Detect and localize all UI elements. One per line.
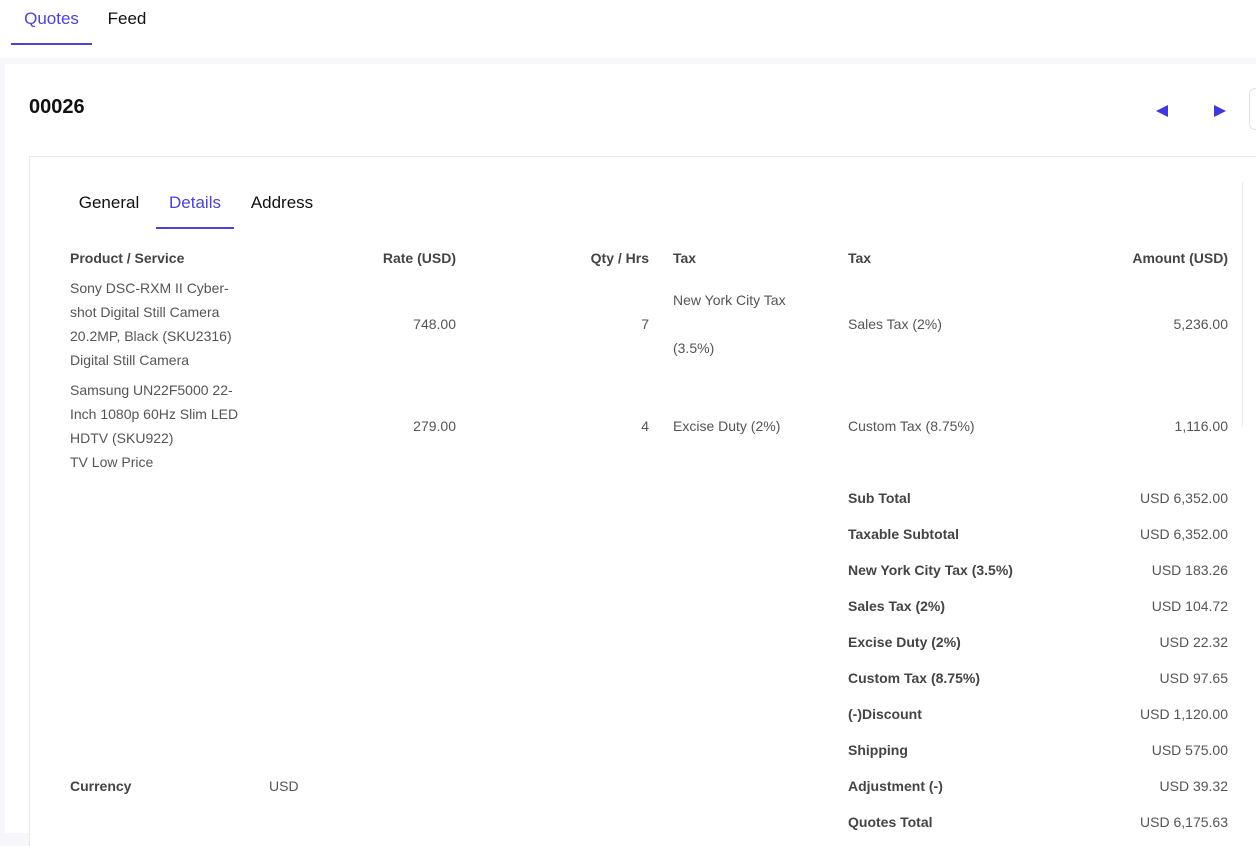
tab-feed[interactable]: Feed xyxy=(99,0,155,45)
shipping-label: Shipping xyxy=(848,742,908,758)
tab-address[interactable]: Address xyxy=(244,187,320,229)
discount-value: USD 1,120.00 xyxy=(1140,706,1228,722)
tax-1-line: (3.5%) xyxy=(673,340,715,356)
rate-value: 279.00 xyxy=(413,418,456,434)
header-product-service: Product / Service xyxy=(70,250,185,266)
taxable-subtotal-value: USD 6,352.00 xyxy=(1140,526,1228,542)
tax-1-value: New York City Tax (3.5%) xyxy=(673,288,823,360)
tab-quotes[interactable]: Quotes xyxy=(11,0,92,45)
custom-tax-value: USD 97.65 xyxy=(1159,670,1228,686)
taxable-subtotal-label: Taxable Subtotal xyxy=(848,526,959,542)
rate-value: 748.00 xyxy=(413,316,456,332)
quotes-total-label: Quotes Total xyxy=(848,814,933,830)
discount-label: (-)Discount xyxy=(848,706,922,722)
tab-general[interactable]: General xyxy=(72,187,146,229)
adjustment-value: USD 39.32 xyxy=(1159,778,1228,794)
currency-value: USD xyxy=(269,778,299,794)
header-tax-2: Tax xyxy=(848,250,872,266)
product-line: shot Digital Still Camera xyxy=(70,304,220,320)
product-line: Samsung UN22F5000 22- xyxy=(70,382,233,398)
adjustment-label: Adjustment (-) xyxy=(848,778,943,794)
currency-label: Currency xyxy=(70,778,132,794)
top-tab-bar: Quotes Feed xyxy=(0,0,1256,58)
next-record-button[interactable] xyxy=(1209,100,1231,122)
product-name: Samsung UN22F5000 22- Inch 1080p 60Hz Sl… xyxy=(70,378,270,474)
tab-details[interactable]: Details xyxy=(156,187,234,229)
quotes-total-value: USD 6,175.63 xyxy=(1140,814,1228,830)
tax-1-value: Excise Duty (2%) xyxy=(673,414,823,438)
tax-2-value: Custom Tax (8.75%) xyxy=(848,418,975,434)
custom-tax-label: Custom Tax (8.75%) xyxy=(848,670,980,686)
product-name: Sony DSC-RXM II Cyber- shot Digital Stil… xyxy=(70,276,270,372)
triangle-right-icon xyxy=(1214,105,1226,117)
tax-2-value: Sales Tax (2%) xyxy=(848,316,942,332)
excise-duty-value: USD 22.32 xyxy=(1159,634,1228,650)
product-description: Digital Still Camera xyxy=(70,352,190,368)
header-qty-hrs: Qty / Hrs xyxy=(590,250,649,266)
scrollbar-track[interactable] xyxy=(1242,182,1243,427)
more-actions-button[interactable] xyxy=(1249,88,1256,130)
sales-tax-label: Sales Tax (2%) xyxy=(848,598,946,614)
product-line: 20.2MP, Black (SKU2316) xyxy=(70,328,232,344)
nyc-tax-value: USD 183.26 xyxy=(1151,562,1228,578)
record-panel: 00026 General Details Address Product / … xyxy=(5,64,1256,846)
qty-value: 4 xyxy=(641,418,649,434)
triangle-left-icon xyxy=(1156,105,1168,117)
header-amount: Amount (USD) xyxy=(1132,250,1228,266)
sales-tax-value: USD 104.72 xyxy=(1151,598,1228,614)
header-rate: Rate (USD) xyxy=(382,250,456,266)
sub-total-value: USD 6,352.00 xyxy=(1140,490,1228,506)
details-card: General Details Address Product / Servic… xyxy=(29,156,1256,846)
shipping-value: USD 575.00 xyxy=(1151,742,1228,758)
product-line: Sony DSC-RXM II Cyber- xyxy=(70,280,229,296)
tax-1-line: New York City Tax xyxy=(673,292,786,308)
tax-1-line: Excise Duty (2%) xyxy=(673,418,781,434)
amount-value: 1,116.00 xyxy=(1174,418,1228,434)
product-line: HDTV (SKU922) xyxy=(70,430,174,446)
amount-value: 5,236.00 xyxy=(1173,316,1229,332)
header-tax-1: Tax xyxy=(673,250,697,266)
product-description: TV Low Price xyxy=(70,454,154,470)
product-line: Inch 1080p 60Hz Slim LED xyxy=(70,406,239,422)
nyc-tax-label: New York City Tax (3.5%) xyxy=(848,562,1013,578)
excise-duty-label: Excise Duty (2%) xyxy=(848,634,961,650)
record-id: 00026 xyxy=(29,96,85,118)
qty-value: 7 xyxy=(641,316,649,332)
sub-total-label: Sub Total xyxy=(848,490,911,506)
tax-1-spacer xyxy=(673,312,823,336)
previous-record-button[interactable] xyxy=(1151,100,1173,122)
